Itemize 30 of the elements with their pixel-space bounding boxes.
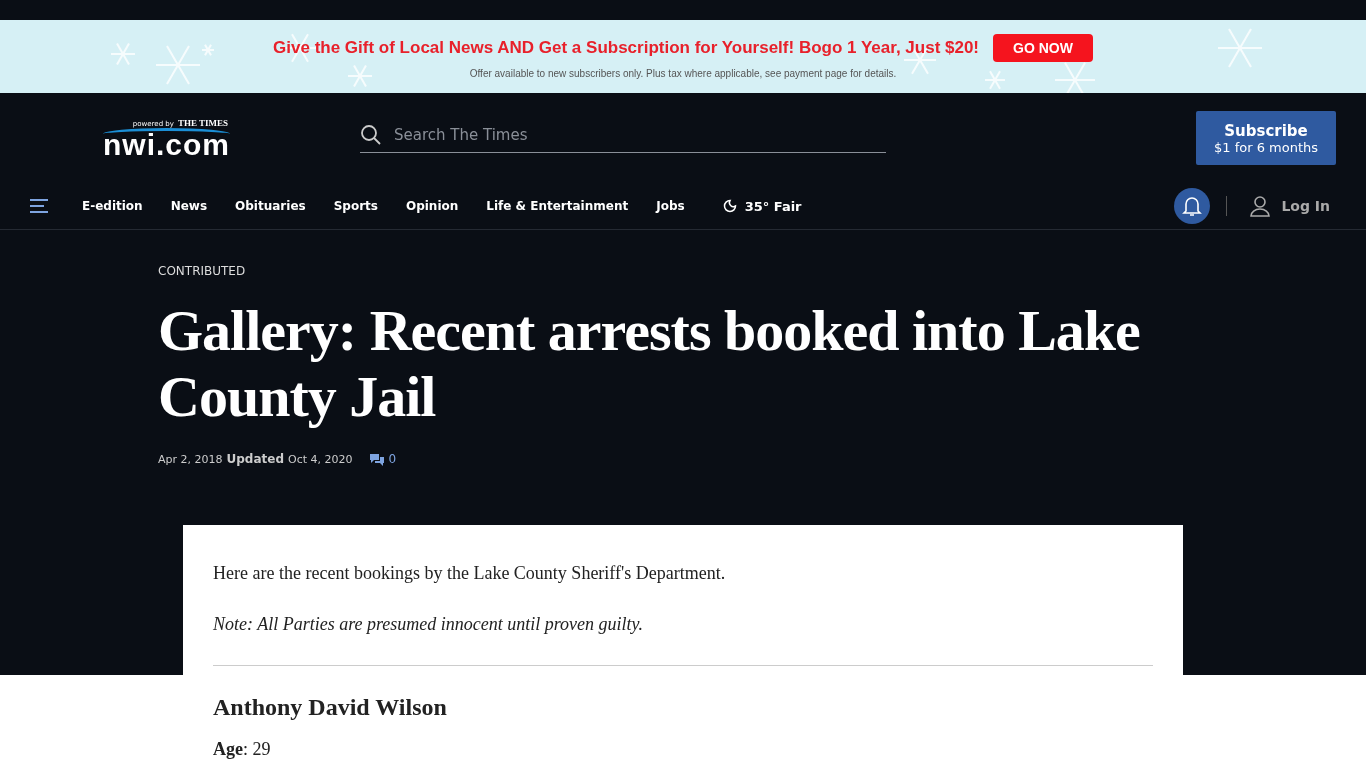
intro-text: Here are the recent bookings by the Lake County Sheriff's Department.: [213, 563, 727, 584]
nav-link[interactable]: E-edition: [82, 199, 143, 213]
section-label[interactable]: CONTRIBUTED: [158, 264, 1366, 278]
nav-link[interactable]: News: [170, 199, 208, 213]
go-now-button[interactable]: GO NOW: [993, 34, 1093, 62]
search-icon: [360, 123, 382, 146]
weather-text[interactable]: 35° Fair: [744, 198, 802, 214]
updated-label: Updated: [226, 452, 284, 466]
bell-icon: [1182, 195, 1203, 217]
nav-link[interactable]: Jobs: [656, 199, 685, 213]
nav-link[interactable]: Opinion: [405, 199, 459, 213]
article-title: Gallery: Recent arrests booked into Lake County Jail: [158, 298, 1141, 430]
updated-date: Oct 4, 2020: [288, 452, 353, 466]
login-button[interactable]: Log In: [1243, 194, 1336, 218]
menu-icon[interactable]: [30, 199, 48, 213]
subscribe-button[interactable]: Subscribe $1 for 6 months: [1196, 111, 1336, 165]
person-name: Anthony David Wilson: [213, 694, 448, 721]
user-icon: [1249, 195, 1272, 217]
note-text: Note: All Parties are presumed innocent until proven guilty.: [213, 614, 645, 635]
nav-link[interactable]: Life & Entertainment: [486, 199, 629, 213]
nav-link[interactable]: Sports: [333, 199, 378, 213]
comments-link[interactable]: 0: [368, 452, 397, 466]
publish-date: Apr 2, 2018: [158, 452, 223, 466]
age-text: Age: 29: [213, 739, 272, 760]
moon-icon: [722, 199, 737, 213]
promo-headline: Give the Gift of Local News AND Get a Subscription for Yourself! Bogo 1 Year, Just $20!: [273, 38, 980, 58]
nav-link[interactable]: Obituaries: [235, 199, 306, 213]
search-field[interactable]: Search The Times: [392, 124, 886, 145]
notification-button[interactable]: [1174, 188, 1211, 224]
promo-fine-print: Offer available to new subscribers only. Plus tax where applicable, see payment page for details.: [469, 68, 897, 79]
